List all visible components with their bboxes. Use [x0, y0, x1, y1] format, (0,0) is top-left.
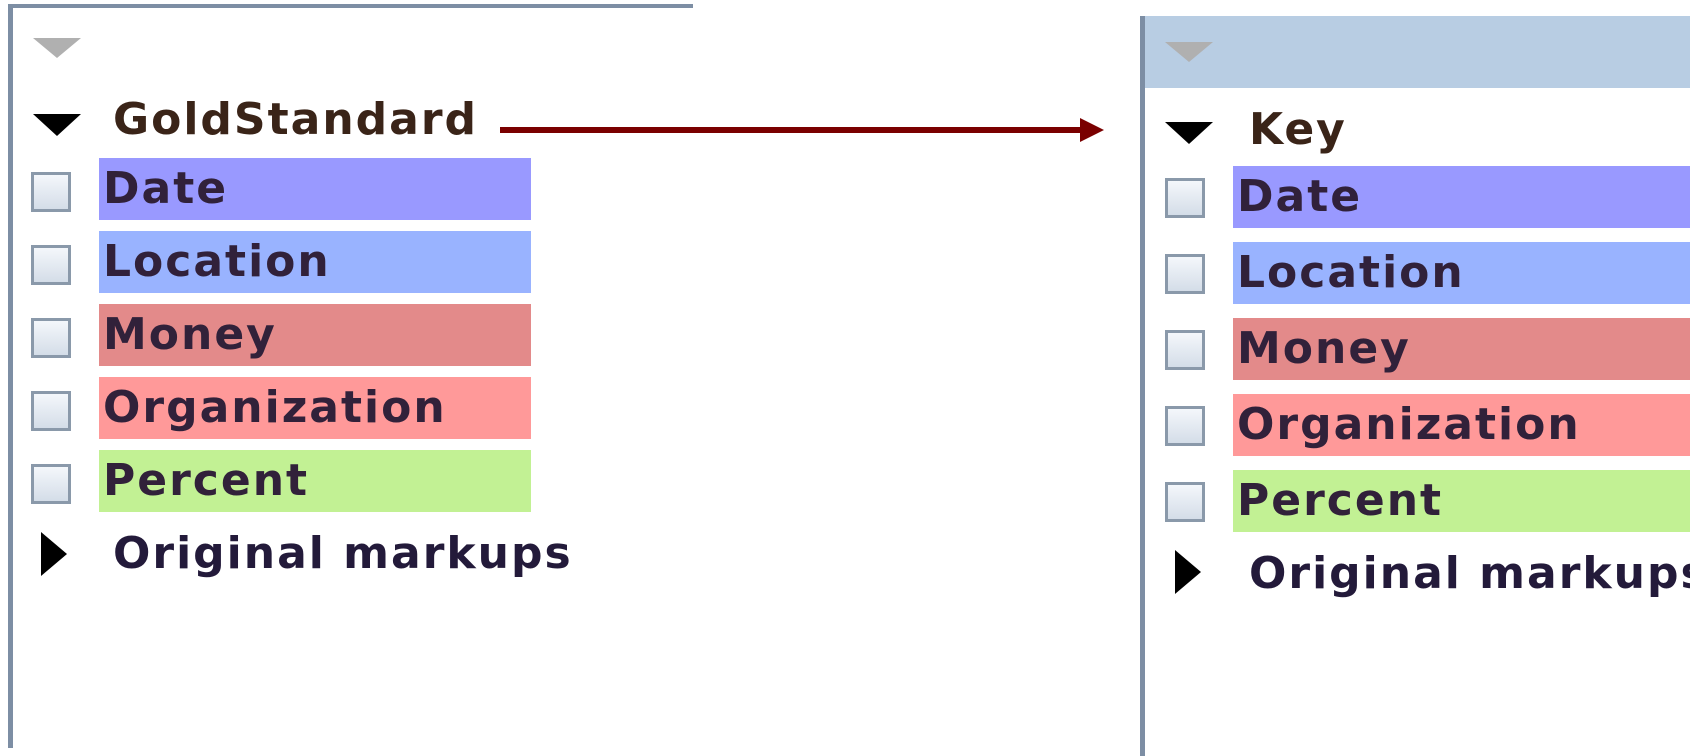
tag-label-organization[interactable]: Organization	[1233, 394, 1690, 456]
checkbox-location[interactable]	[1165, 254, 1205, 294]
group-title-original-markups: Original markups	[1249, 548, 1690, 599]
checkbox-money[interactable]	[1165, 330, 1205, 370]
list-item-organization[interactable]: Organization	[1145, 394, 1690, 458]
tag-label-money[interactable]: Money	[1233, 318, 1690, 380]
expand-down-icon[interactable]	[1165, 122, 1213, 144]
tag-label-date[interactable]: Date	[1233, 166, 1690, 228]
list-item-location[interactable]: Location	[1145, 242, 1690, 306]
list-item-money[interactable]: Money	[1145, 318, 1690, 382]
list-item-percent[interactable]: Percent	[1145, 470, 1690, 534]
checkbox-organization[interactable]	[1165, 406, 1205, 446]
tag-label-percent[interactable]: Percent	[1233, 470, 1690, 532]
checkbox-date[interactable]	[1165, 178, 1205, 218]
header-collapse-icon[interactable]	[1165, 42, 1213, 62]
group-row-key[interactable]: Key	[1145, 100, 1690, 164]
expand-right-icon[interactable]	[1175, 550, 1201, 594]
panel-header-selected[interactable]	[1145, 16, 1690, 88]
key-panel: Key Date Location Money Organization Per…	[1140, 16, 1690, 756]
checkbox-percent[interactable]	[1165, 482, 1205, 522]
list-item-date[interactable]: Date	[1145, 166, 1690, 230]
group-row-original-markups[interactable]: Original markups	[1145, 542, 1690, 606]
tag-label-location[interactable]: Location	[1233, 242, 1690, 304]
group-title: Key	[1249, 104, 1347, 155]
